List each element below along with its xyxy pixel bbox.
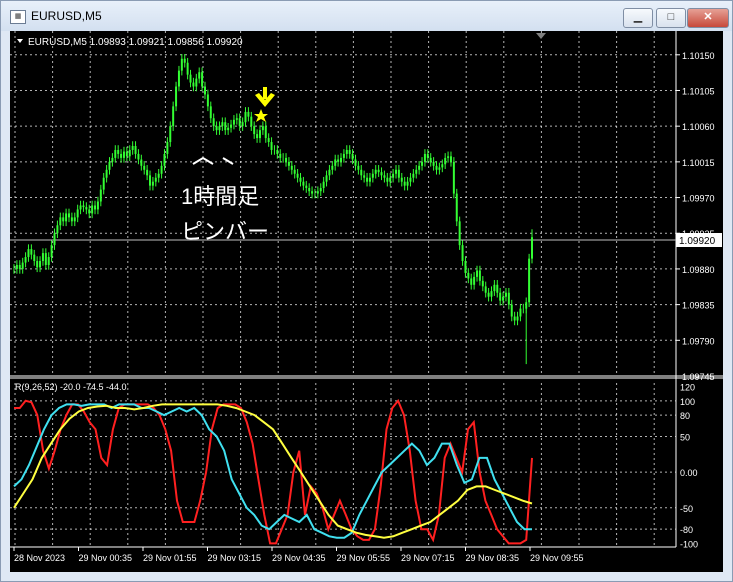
chart-canvas[interactable]: EURUSD,M5 1.09893 1.09921 1.09856 1.0992… [10, 31, 723, 572]
chart-area[interactable]: EURUSD,M5 1.09893 1.09921 1.09856 1.0992… [10, 31, 723, 572]
price-label: 1.09790 [682, 336, 715, 346]
dropdown-triangle-icon[interactable] [17, 39, 23, 43]
indicator-label: 100 [680, 397, 695, 407]
time-label: 29 Nov 08:35 [466, 553, 520, 563]
indicator-label: -100 [680, 539, 698, 549]
price-label: 1.09970 [682, 194, 715, 204]
price-label: 1.10105 [682, 86, 715, 96]
price-label: 1.10150 [682, 51, 715, 61]
indicator-label: -80 [680, 525, 693, 535]
price-axis: 1.10150 1.10105 1.10060 1.10015 1.09970 1.099… [676, 51, 715, 382]
close-button[interactable]: ✕ [687, 8, 729, 28]
time-label: 29 Nov 04:35 [272, 553, 326, 563]
chart-window: ▦ EURUSD,M5 ▁ □ ✕ EURUSD,M5 1.09893 1.09… [0, 0, 733, 582]
maximize-button[interactable]: □ [656, 8, 686, 28]
annotation-line1: 1時間足 [181, 184, 259, 209]
star-icon [254, 109, 268, 122]
price-grid [10, 31, 676, 377]
price-label: 1.09835 [682, 301, 715, 311]
candles [13, 54, 533, 365]
time-label: 29 Nov 05:55 [337, 553, 391, 563]
annotation-line2: ピンバー [181, 219, 269, 244]
time-label: 29 Nov 03:15 [208, 553, 262, 563]
price-label: 1.10060 [682, 122, 715, 132]
indicator-axis: 120 100 80 50 0.00 -50 -80 -100 [680, 383, 698, 550]
right-wing-marker [222, 157, 234, 165]
time-label: 29 Nov 07:15 [401, 553, 455, 563]
indicator-label: 120 [680, 383, 695, 393]
time-label: 28 Nov 2023 [14, 553, 65, 563]
indicator-label: 0.00 [680, 468, 698, 478]
mt4-chart-icon: ▦ [10, 10, 26, 24]
indicator-label: 50 [680, 432, 690, 442]
price-label: 1.09880 [682, 265, 715, 275]
indicator-header: R(9,26,52) -20.0 -74.5 -44.0 [15, 382, 127, 392]
time-label: 29 Nov 01:55 [143, 553, 197, 563]
indicator-label: -50 [680, 504, 693, 514]
price-label: 1.10015 [682, 158, 715, 168]
current-price-label: 1.09920 [679, 236, 716, 247]
chart-shift-icon[interactable] [536, 33, 546, 39]
minimize-button[interactable]: ▁ [623, 8, 653, 28]
price-label: 1.09745 [682, 372, 715, 382]
time-label: 29 Nov 00:35 [79, 553, 133, 563]
indicator-label: 80 [680, 411, 690, 421]
window-title: EURUSD,M5 [31, 9, 102, 23]
title-bar[interactable]: ▦ EURUSD,M5 ▁ □ ✕ [1, 1, 732, 31]
time-label: 29 Nov 09:55 [530, 553, 584, 563]
time-axis: 28 Nov 2023 29 Nov 00:35 29 Nov 01:55 29 No… [13, 547, 584, 563]
chart-header: EURUSD,M5 1.09893 1.09921 1.09856 1.0992… [28, 37, 243, 48]
